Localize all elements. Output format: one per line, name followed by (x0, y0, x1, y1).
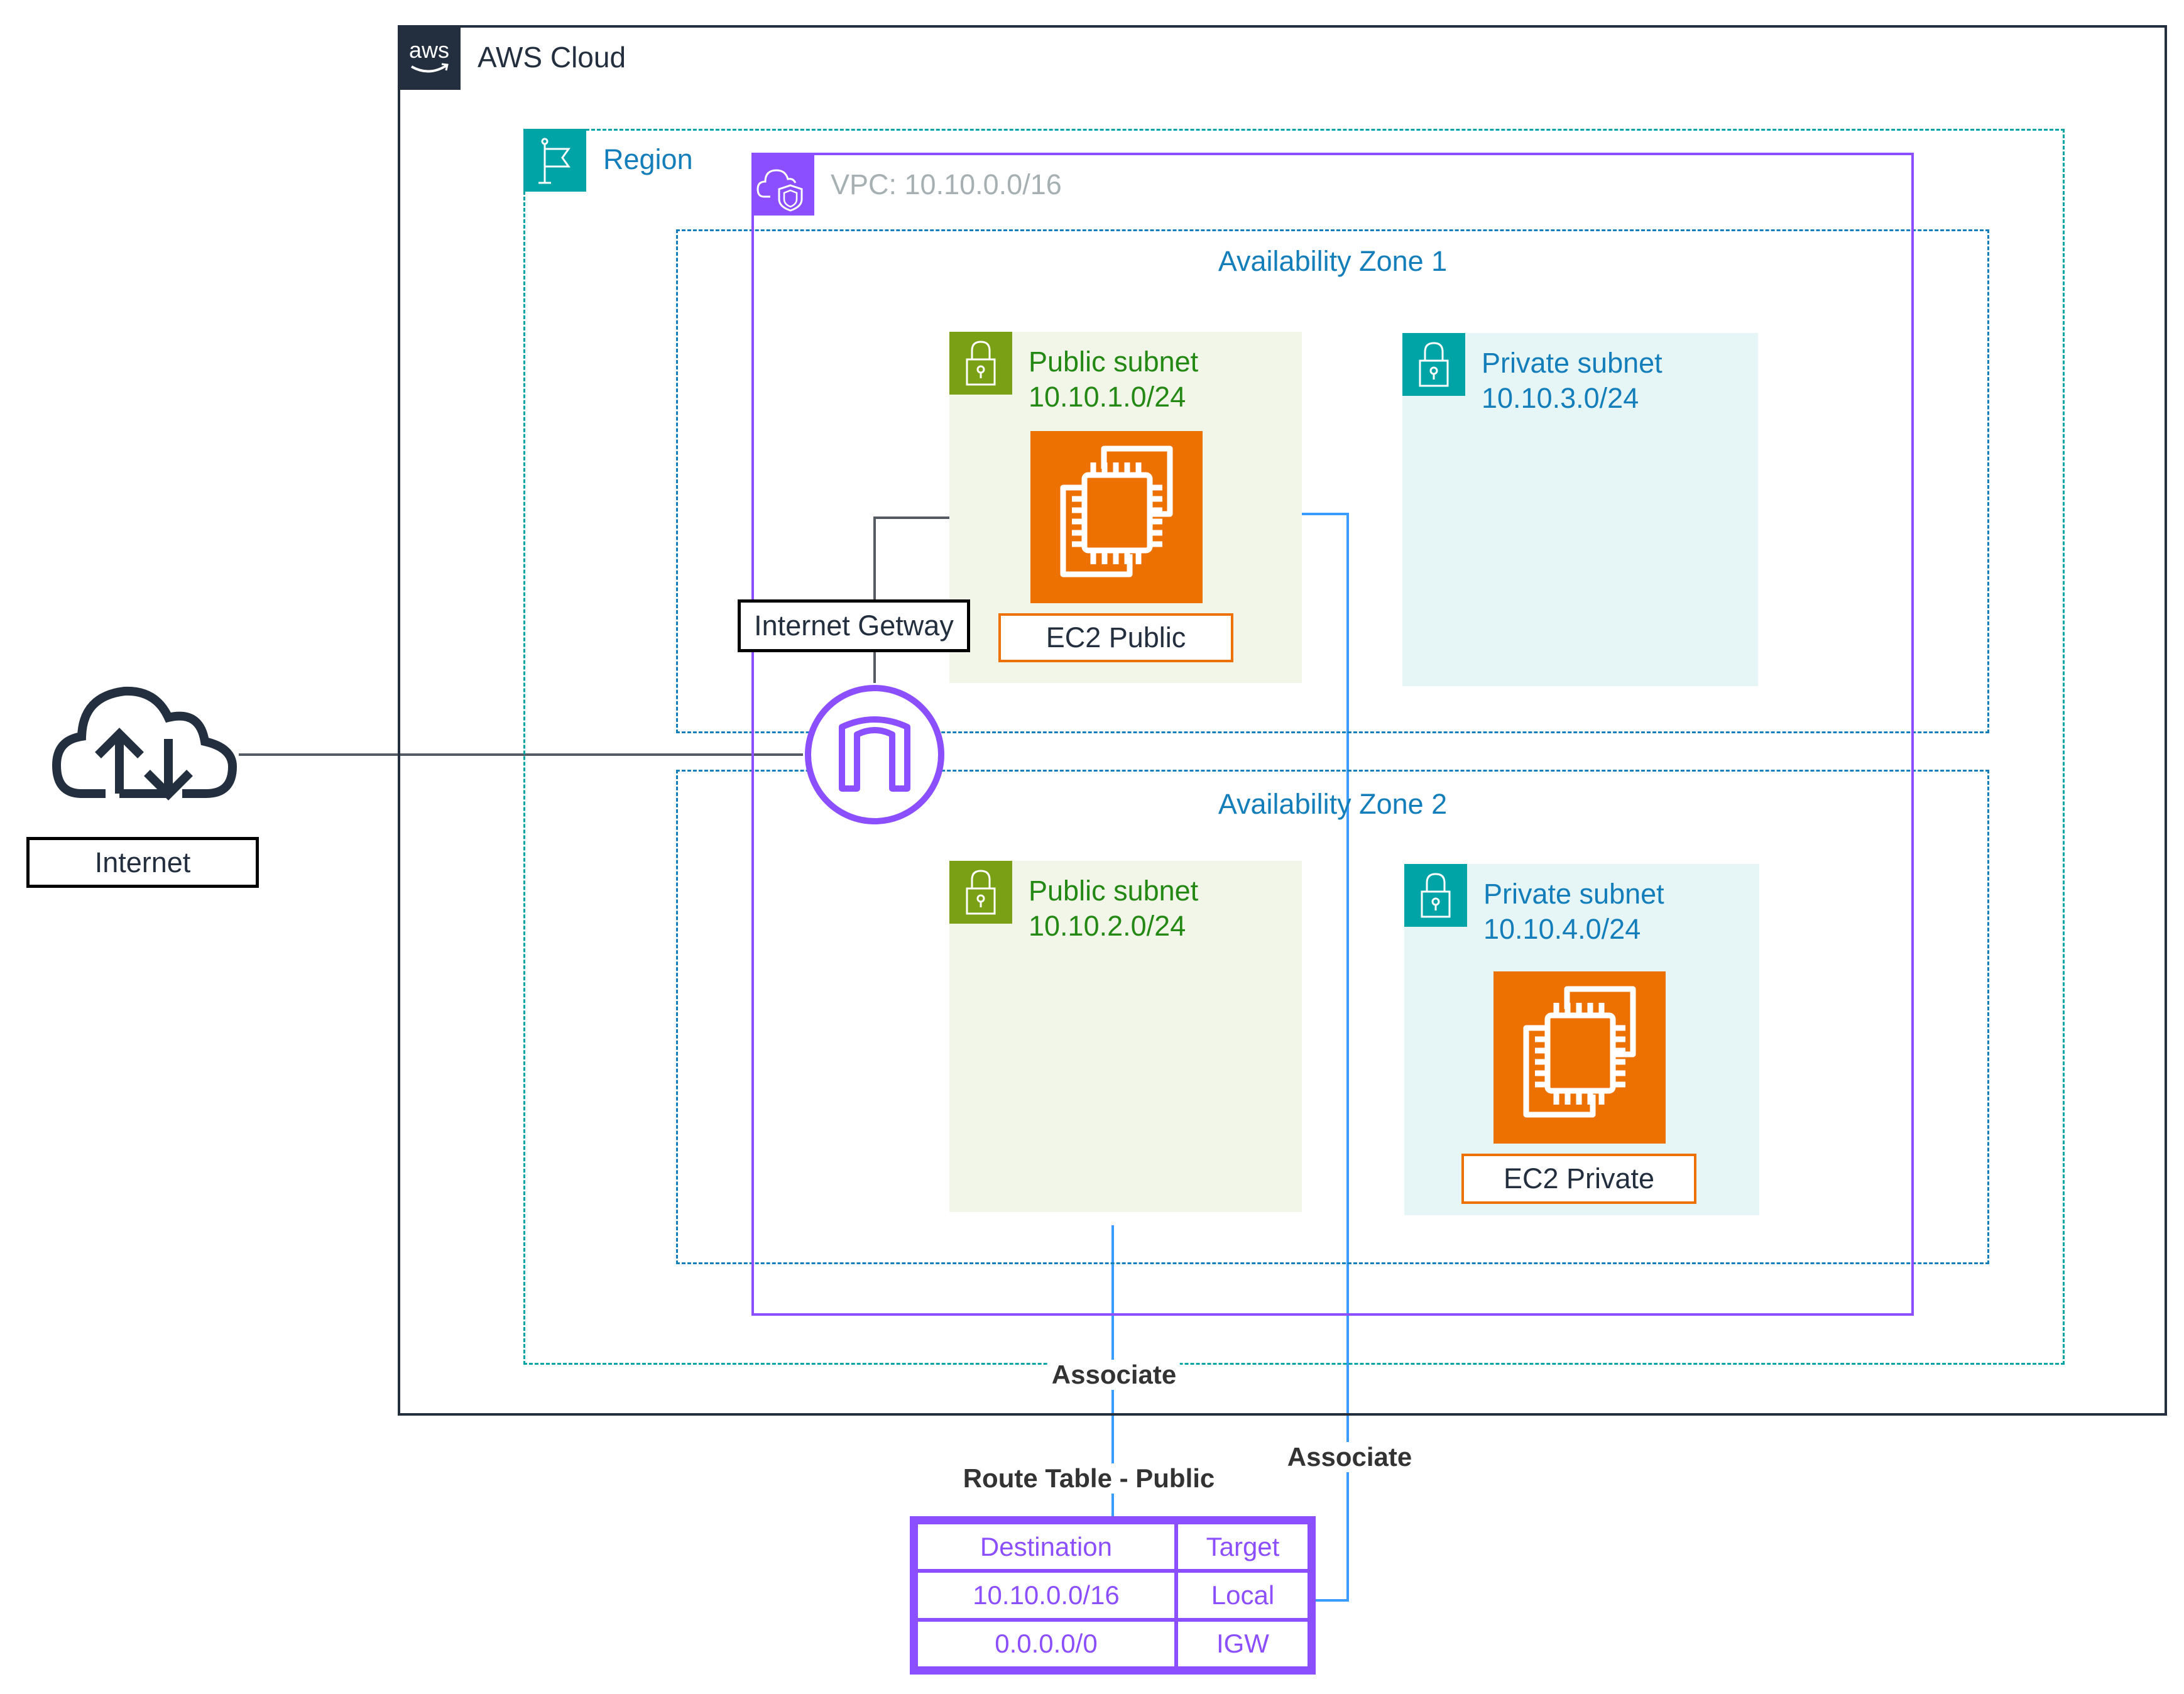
route-table-header-target: Target (1174, 1520, 1312, 1573)
subnet-label: Private subnet 10.10.3.0/24 (1482, 346, 1663, 416)
subnet-label: Public subnet 10.10.1.0/24 (1029, 344, 1198, 415)
region-flag-icon (523, 129, 586, 192)
associate-label: Associate (1047, 1360, 1181, 1390)
ec2-instance-icon[interactable] (1030, 431, 1203, 603)
internet-gateway-icon[interactable] (803, 683, 946, 826)
ec2-public-label: EC2 Public (998, 613, 1233, 662)
private-subnet-1: Private subnet 10.10.3.0/24 (1402, 333, 1758, 686)
subnet-cidr: 10.10.3.0/24 (1482, 382, 1639, 414)
route-table: Destination Target 10.10.0.0/16 Local 0.… (910, 1516, 1316, 1675)
vpc-title: VPC: 10.10.0.0/16 (831, 168, 1062, 200)
route-destination-cell: 10.10.0.0/16 (914, 1569, 1178, 1622)
route-table-header-destination: Destination (914, 1520, 1178, 1573)
lock-icon (1404, 864, 1467, 927)
internet-gateway-label: Internet Getway (738, 599, 970, 652)
route-table-header-row: Destination Target (914, 1520, 1312, 1573)
route-target-cell: IGW (1174, 1617, 1312, 1671)
public-subnet-2: Public subnet 10.10.2.0/24 (949, 861, 1302, 1212)
route-destination-cell: 0.0.0.0/0 (914, 1617, 1178, 1671)
subnet-label: Private subnet 10.10.4.0/24 (1483, 877, 1664, 947)
subnet-name: Public subnet (1029, 875, 1199, 907)
vpc-cloud-shield-icon (751, 153, 814, 216)
route-table-row: 10.10.0.0/16 Local (914, 1569, 1312, 1622)
subnet-cidr: 10.10.1.0/24 (1029, 381, 1186, 413)
subnet-name: Public subnet (1029, 346, 1199, 378)
route-table-title: Route Table - Public (959, 1463, 1219, 1494)
ec2-private-label: EC2 Private (1461, 1154, 1696, 1204)
svg-text:aws: aws (409, 37, 449, 63)
subnet-cidr: 10.10.2.0/24 (1029, 910, 1186, 942)
aws-cloud-title: AWS Cloud (478, 41, 626, 74)
internet-label: Internet (26, 837, 259, 888)
subnet-label: Public subnet 10.10.2.0/24 (1029, 873, 1198, 944)
route-target-cell: Local (1174, 1569, 1312, 1622)
subnet-name: Private subnet (1482, 347, 1663, 379)
associate-label: Associate (1283, 1442, 1416, 1472)
lock-icon (1402, 333, 1465, 396)
lock-icon (949, 861, 1012, 924)
route-table-row: 0.0.0.0/0 IGW (914, 1617, 1312, 1671)
cloud-upload-download-icon[interactable] (49, 679, 239, 801)
subnet-name: Private subnet (1483, 878, 1664, 910)
lock-icon (949, 332, 1012, 395)
ec2-instance-icon[interactable] (1493, 971, 1666, 1144)
subnet-cidr: 10.10.4.0/24 (1483, 913, 1641, 945)
aws-logo-icon: aws (398, 25, 461, 90)
region-title: Region (603, 143, 693, 175)
